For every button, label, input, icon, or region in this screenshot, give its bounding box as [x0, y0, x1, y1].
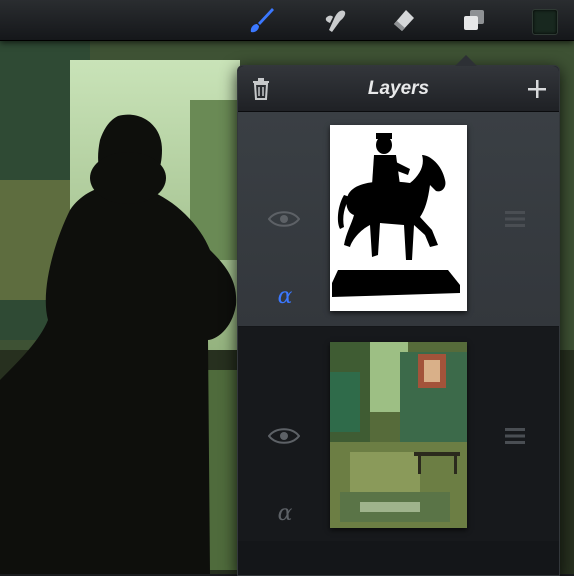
layer-thumbnail-interior[interactable] [330, 342, 467, 528]
layers-panel: Layers α α [237, 65, 560, 576]
layers-tool-button[interactable] [458, 4, 490, 36]
drag-handle-icon[interactable] [504, 426, 526, 446]
visibility-eye-icon[interactable] [268, 209, 300, 229]
brush-tool-button[interactable] [245, 4, 277, 36]
popover-caret [455, 55, 477, 66]
layers-panel-header: Layers [238, 66, 559, 112]
layers-panel-title: Layers [367, 78, 430, 99]
layers-icon [464, 10, 484, 30]
interior-painting-image [330, 342, 467, 528]
alpha-lock-toggle[interactable]: α [270, 284, 300, 310]
color-well-button[interactable] [532, 9, 558, 35]
alpha-lock-toggle[interactable]: α [270, 501, 300, 527]
layer-row-2[interactable]: α [238, 327, 559, 541]
add-layer-button[interactable] [522, 74, 552, 104]
layer-thumbnail-statue[interactable] [330, 125, 467, 311]
drag-handle-icon[interactable] [504, 209, 526, 229]
smudge-icon [325, 10, 346, 32]
statue-silhouette-image [332, 133, 460, 297]
plus-icon [528, 80, 546, 98]
brush-icon [250, 8, 274, 33]
visibility-eye-icon[interactable] [268, 426, 300, 446]
eraser-icon [394, 10, 414, 31]
smudge-tool-button[interactable] [318, 4, 350, 36]
top-toolbar [0, 0, 574, 41]
layer-row-1[interactable]: α [238, 112, 559, 326]
eraser-tool-button[interactable] [388, 4, 420, 36]
